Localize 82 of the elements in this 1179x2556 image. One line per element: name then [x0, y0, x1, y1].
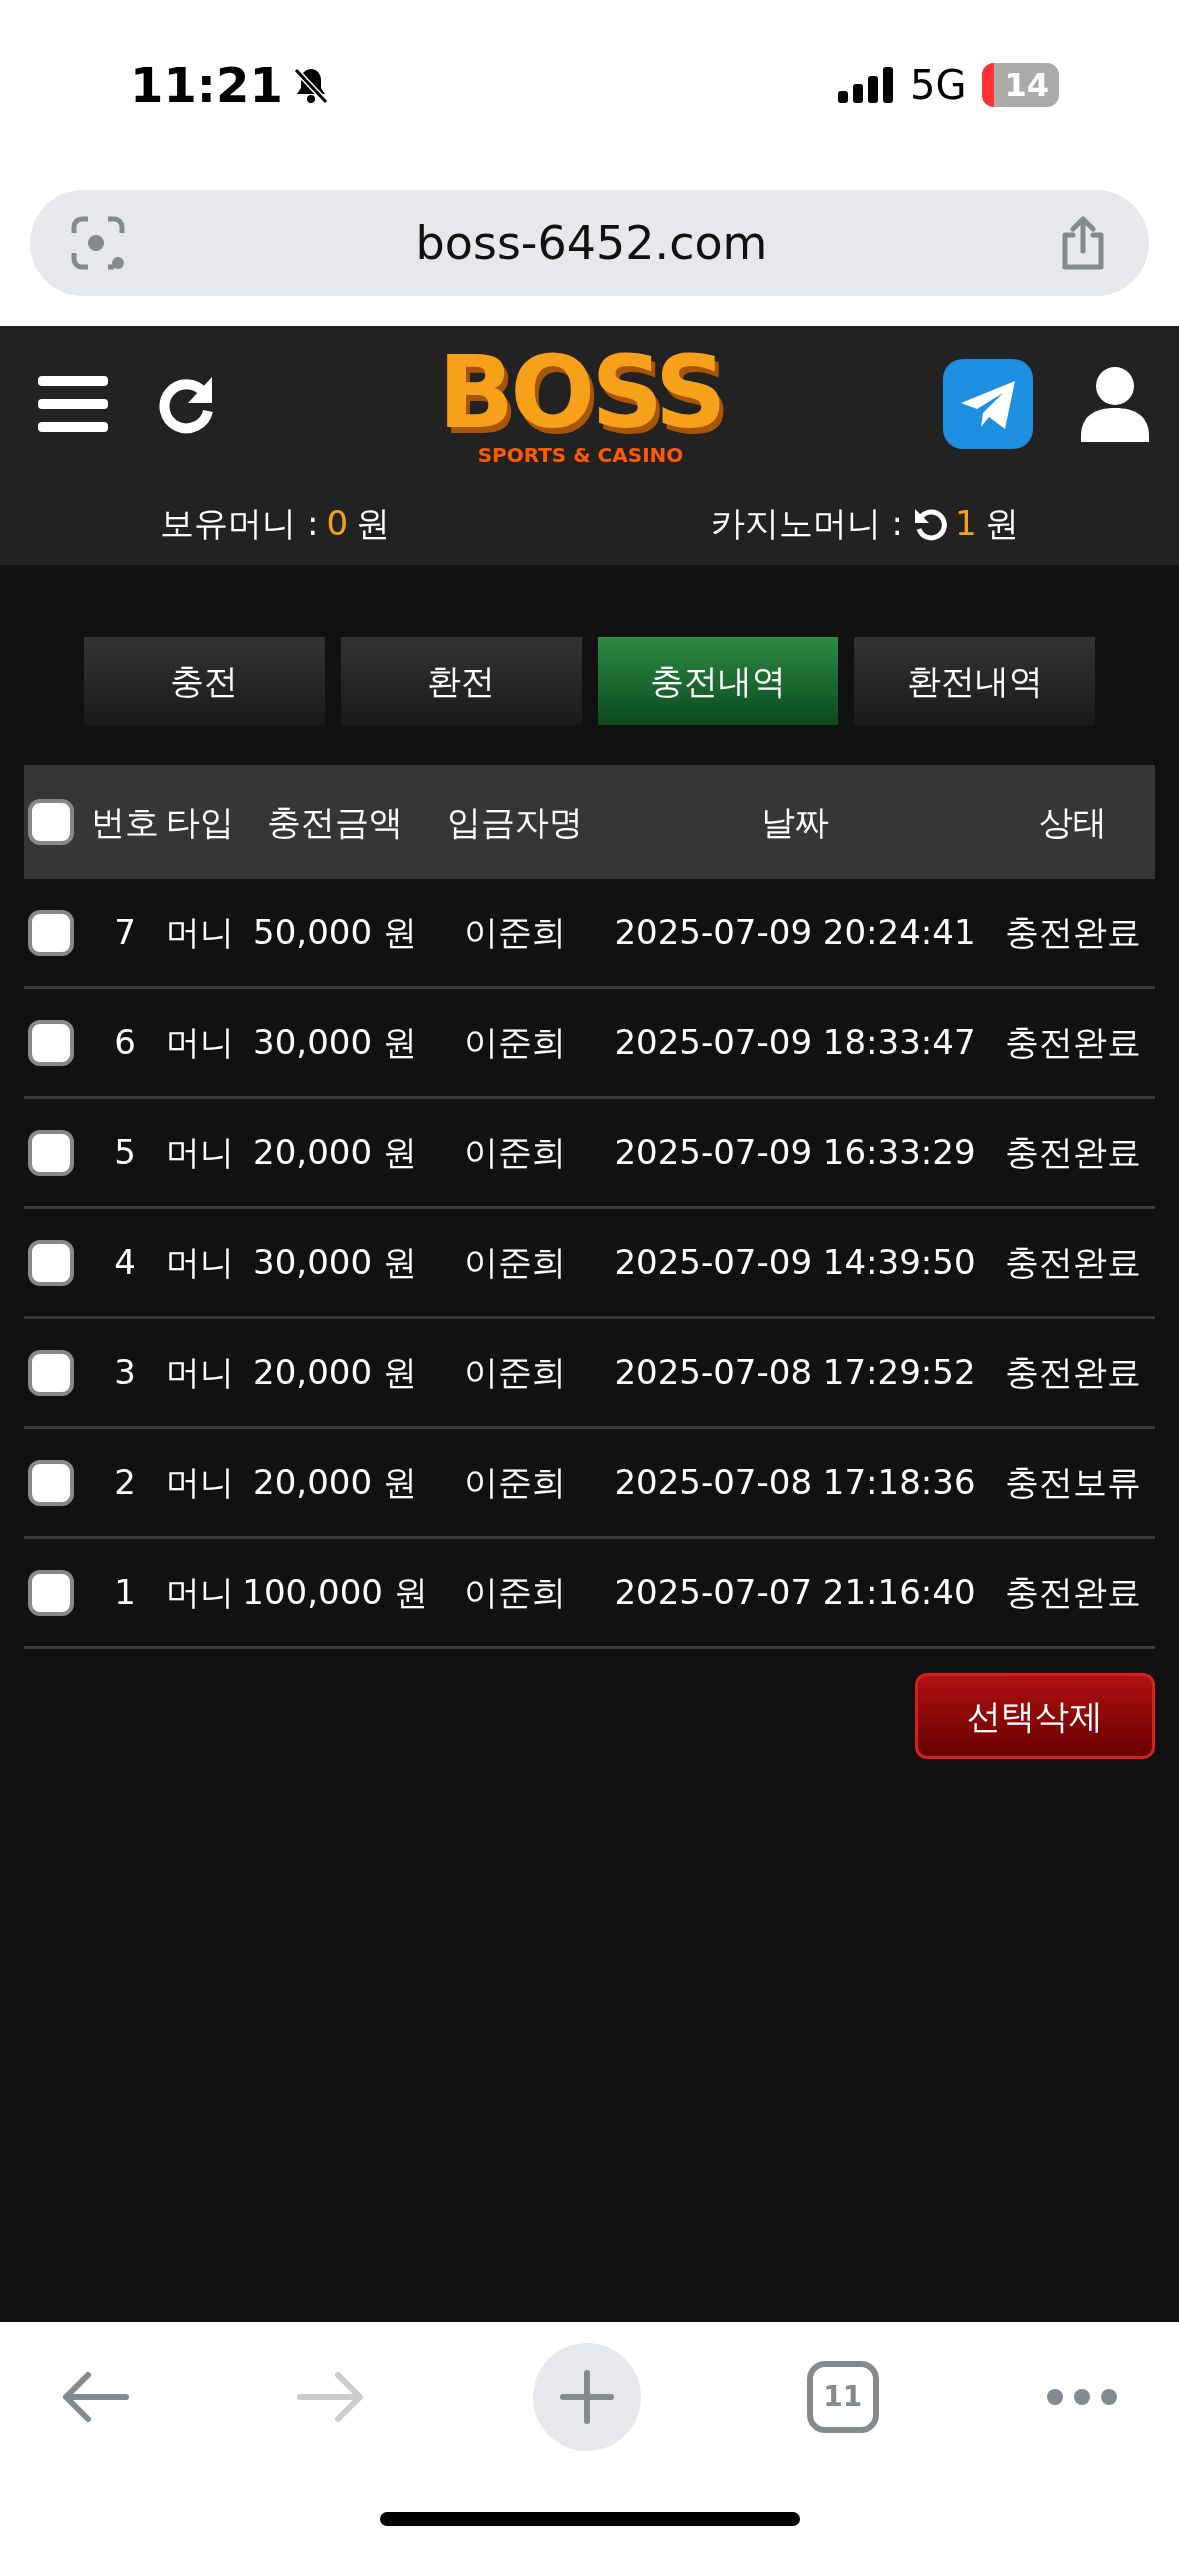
table-cell-text: 머니 [165, 1241, 235, 1284]
table-cell-text: 충전완료 [1003, 1351, 1142, 1394]
table-cell-text: 머니 [165, 911, 235, 954]
delete-selected-button[interactable]: 선택삭제 [915, 1673, 1155, 1759]
table-cell-text: 충전보류 [1003, 1461, 1142, 1504]
battery-indicator: 14 [982, 63, 1059, 107]
tab[interactable]: 환전내역 [854, 637, 1095, 725]
table-cell-text: 7 [113, 911, 137, 954]
column-header: 충전금액 [266, 800, 404, 844]
checkbox[interactable] [28, 1569, 74, 1616]
table-cell-text: 20,000 원 [252, 1461, 418, 1504]
column-header: 날짜 [760, 800, 830, 844]
column-header: 입금자명 [446, 800, 584, 844]
balance-label: 카지노머니 : [710, 501, 904, 545]
logo-title: BOSS [438, 342, 723, 443]
table-cell-text: 30,000 원 [252, 1021, 418, 1064]
table-cell-text: 2025-07-09 14:39:50 [613, 1241, 977, 1284]
table-cell-text: 이준희 [463, 1351, 567, 1394]
table-cell-text: 20,000 원 [252, 1351, 418, 1394]
table-cell-text: 2025-07-08 17:29:52 [613, 1351, 977, 1394]
balance-label: 보유머니 : [160, 501, 319, 545]
checkbox[interactable] [28, 1349, 74, 1396]
table-cell-text: 이준희 [463, 1461, 567, 1504]
column-header: 번호 [90, 800, 160, 844]
table-cell-text: 3 [113, 1351, 137, 1394]
table-cell-text: 30,000 원 [252, 1241, 418, 1284]
currency-unit: 원 [984, 501, 1019, 545]
table-cell-text: 2025-07-07 21:16:40 [613, 1571, 977, 1614]
table-cell-text: 2025-07-09 18:33:47 [613, 1021, 977, 1064]
balance-amount: 0 [326, 501, 349, 545]
table-cell-text: 5 [113, 1131, 137, 1174]
table-cell-text: 이준희 [463, 1131, 567, 1174]
url-text: boss-6452.com [415, 214, 768, 272]
table-cell-text: 이준희 [463, 1241, 567, 1284]
checkbox[interactable] [28, 1239, 74, 1286]
table-cell-text: 충전완료 [1003, 1241, 1142, 1284]
network-label: 5G [910, 61, 967, 110]
checkbox[interactable] [28, 799, 74, 845]
lens-icon[interactable] [70, 215, 126, 271]
table-cell-text: 6 [113, 1021, 137, 1064]
user-icon[interactable] [1081, 365, 1149, 442]
currency-unit: 원 [356, 501, 391, 545]
table-cell-text: 충전완료 [1003, 1131, 1142, 1174]
column-header: 상태 [1037, 800, 1108, 844]
address-bar[interactable]: boss-6452.com [30, 190, 1149, 296]
table-cell-text: 2025-07-09 20:24:41 [613, 911, 977, 954]
table-cell-text: 충전완료 [1003, 1021, 1142, 1064]
table-cell-text: 이준희 [463, 911, 567, 954]
table-cell-text: 충전완료 [1003, 911, 1142, 954]
table-cell-text: 2025-07-08 17:18:36 [613, 1461, 977, 1504]
tab[interactable]: 충전 [84, 637, 325, 725]
tab[interactable]: 환전 [340, 637, 582, 725]
paper-plane-icon[interactable] [943, 358, 1033, 449]
table-cell-text: 충전완료 [1003, 1571, 1142, 1614]
balance-amount: 1 [955, 501, 977, 545]
table-cell-text: 머니 [165, 1021, 235, 1064]
table-cell-text: 머니 [165, 1571, 235, 1614]
menu-icon[interactable] [38, 373, 108, 434]
checkbox[interactable] [28, 1129, 74, 1176]
clock-time: 11:21 [130, 56, 283, 115]
table-cell-text: 이준희 [463, 1021, 567, 1064]
table-cell-text: 2025-07-09 16:33:29 [613, 1131, 977, 1174]
table-cell-text: 50,000 원 [252, 911, 418, 954]
checkbox[interactable] [28, 1459, 74, 1506]
table-cell-text: 이준희 [463, 1571, 567, 1614]
table-cell-text: 머니 [165, 1131, 235, 1174]
back-arrow-icon[interactable] [60, 2369, 130, 2425]
table-cell-text: 2 [113, 1461, 137, 1504]
table-cell-text: 100,000 원 [241, 1571, 429, 1614]
column-header: 타입 [165, 800, 235, 844]
plus-icon [558, 2369, 615, 2425]
checkbox[interactable] [28, 1019, 74, 1066]
checkbox[interactable] [28, 909, 74, 956]
tab[interactable]: 충전내역 [597, 637, 839, 725]
logo-subtitle: SPORTS & CASINO [476, 444, 685, 465]
more-icon[interactable] [1045, 2387, 1119, 2407]
table-cell-text: 머니 [165, 1461, 235, 1504]
table-cell-text: 20,000 원 [252, 1131, 418, 1174]
table-cell-text: 1 [113, 1571, 137, 1614]
signal-icon [838, 67, 894, 103]
table-cell-text: 머니 [165, 1351, 235, 1394]
table-cell-text: 4 [113, 1241, 137, 1284]
